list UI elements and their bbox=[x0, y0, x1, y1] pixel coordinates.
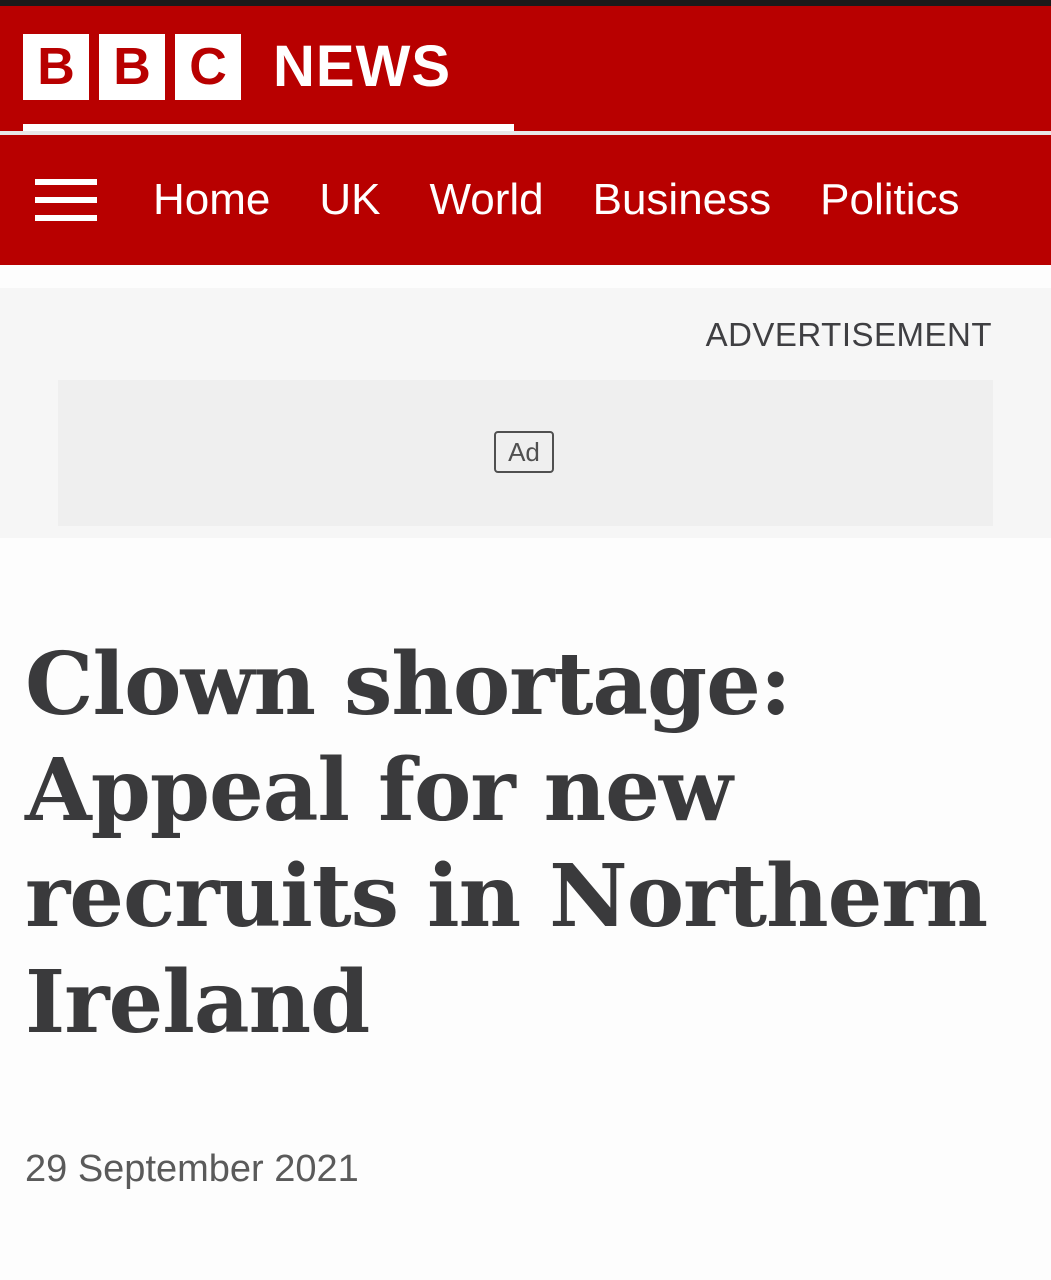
nav-item-home[interactable]: Home bbox=[153, 173, 270, 227]
bbc-news-article-page: B B C NEWS Home UK World Business Politi… bbox=[0, 0, 1051, 1280]
nav-item-world[interactable]: World bbox=[430, 173, 544, 227]
nav-items: Home UK World Business Politics bbox=[153, 173, 960, 227]
nav-scroll-fade bbox=[981, 135, 1051, 265]
bbc-logo-letter-c: C bbox=[175, 34, 241, 100]
ad-placeholder[interactable]: Ad bbox=[58, 380, 993, 526]
news-wordmark: NEWS bbox=[273, 34, 451, 99]
article-date: 29 September 2021 bbox=[25, 1148, 359, 1190]
nav-item-politics[interactable]: Politics bbox=[820, 173, 959, 227]
hamburger-menu-icon[interactable] bbox=[35, 179, 97, 221]
ad-badge: Ad bbox=[494, 431, 554, 473]
main-navigation: Home UK World Business Politics bbox=[0, 135, 1051, 265]
advertisement-section: ADVERTISEMENT Ad bbox=[0, 288, 1051, 538]
site-header: B B C NEWS bbox=[0, 6, 1051, 132]
bbc-news-logo[interactable]: B B C NEWS bbox=[23, 34, 451, 100]
bbc-logo-letter-b2: B bbox=[99, 34, 165, 100]
nav-item-uk[interactable]: UK bbox=[319, 173, 380, 227]
advertisement-label: ADVERTISEMENT bbox=[705, 316, 992, 353]
bbc-logo-letter-b1: B bbox=[23, 34, 89, 100]
article-headline: Clown shortage: Appeal for new recruits … bbox=[25, 634, 988, 1053]
bbc-logo-blocks: B B C bbox=[23, 34, 241, 100]
nav-item-business[interactable]: Business bbox=[593, 173, 772, 227]
